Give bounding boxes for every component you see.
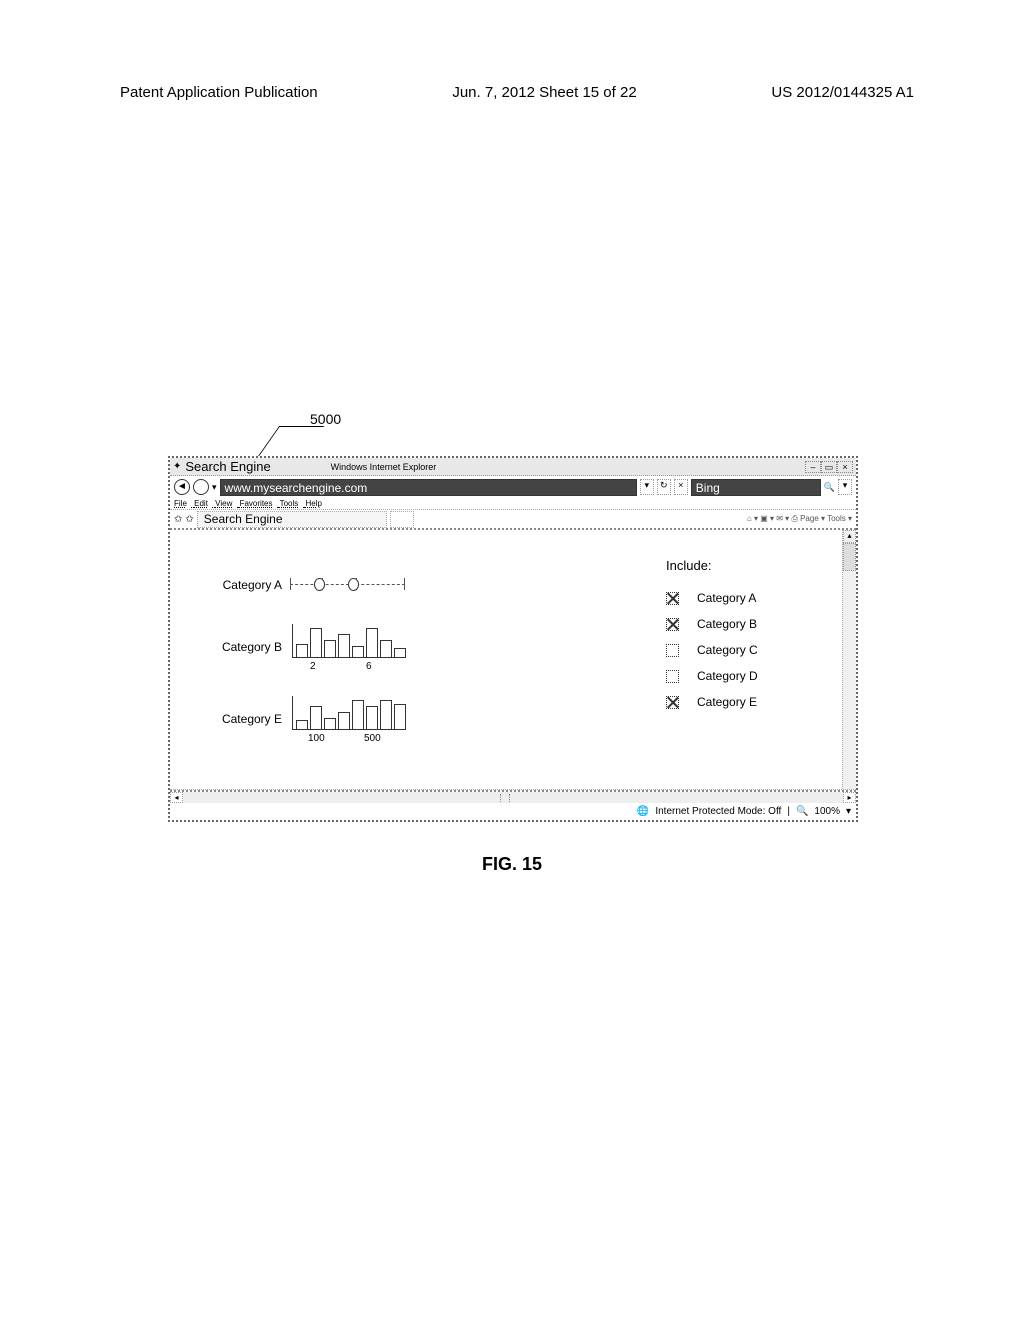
menu-help[interactable]: Help [306, 499, 322, 508]
add-favorites-icon[interactable]: ✩ [185, 514, 193, 525]
filter-row-a: Category A [210, 570, 636, 600]
close-button[interactable]: × [837, 461, 853, 473]
home-icon[interactable]: ⌂ ▾ [747, 514, 758, 523]
left-panel: Category A Category B [170, 530, 656, 789]
include-item-c: Category C [666, 643, 846, 657]
checkbox-c[interactable] [666, 644, 679, 657]
include-heading: Include: [666, 558, 846, 573]
status-bar: 🌐 Internet Protected Mode: Off | 🔍 100% … [170, 803, 856, 820]
menu-view[interactable]: View [215, 499, 232, 508]
figure-label: FIG. 15 [0, 854, 1024, 875]
search-input[interactable]: Bing [691, 479, 821, 496]
tab-label: Search Engine [204, 512, 283, 526]
horizontal-scrollbar[interactable]: ◂ ▸ [170, 790, 856, 803]
zone-icon: 🌐 [637, 806, 649, 817]
content-area: Category A Category B [170, 530, 856, 790]
barchart-category-e[interactable]: 100 500 [290, 694, 408, 744]
include-item-e: Category E [666, 695, 846, 709]
dropdown-button[interactable]: ▾ [640, 479, 654, 495]
url-input[interactable]: www.mysearchengine.com [220, 479, 637, 496]
checkbox-label-c: Category C [697, 643, 758, 657]
include-item-d: Category D [666, 669, 846, 683]
minimize-button[interactable]: – [805, 461, 821, 473]
dropdown-icon[interactable]: ▾ [212, 482, 217, 493]
back-button[interactable]: ◄ [174, 479, 190, 495]
tab-active[interactable]: Search Engine [197, 511, 387, 528]
app-name: Windows Internet Explorer [331, 462, 805, 472]
barchart-category-b[interactable]: 2 6 [290, 622, 408, 672]
search-icon[interactable]: 🔍 [824, 482, 835, 493]
vertical-scrollbar[interactable]: ▴ [842, 530, 856, 789]
checkbox-label-d: Category D [697, 669, 758, 683]
checkbox-a[interactable] [666, 592, 679, 605]
menu-bar: File Edit View Favorites Tools Help [170, 498, 856, 510]
menu-tools[interactable]: Tools [280, 499, 299, 508]
page-icon: ✦ [173, 461, 181, 472]
bar-e-tick-2: 500 [364, 733, 381, 744]
mail-icon[interactable]: ✉ ▾ [776, 514, 789, 523]
stop-button[interactable]: × [674, 479, 688, 495]
new-tab-button[interactable] [390, 511, 414, 528]
toolbar-text[interactable]: Page ▾ Tools ▾ [800, 514, 852, 523]
filter-label-a: Category A [210, 578, 282, 592]
bar-b-tick-1: 2 [310, 661, 316, 672]
menu-file[interactable]: File [174, 499, 187, 508]
status-mode: Internet Protected Mode: Off [655, 806, 781, 817]
scroll-left-icon[interactable]: ◂ [170, 792, 183, 803]
window-title: Search Engine [185, 459, 270, 474]
zoom-icon[interactable]: 🔍 [796, 806, 808, 817]
print-icon[interactable]: ⎙ [791, 514, 797, 523]
header-left: Patent Application Publication [120, 84, 318, 101]
search-dropdown[interactable]: ▾ [838, 479, 852, 495]
bar-e-tick-1: 100 [308, 733, 325, 744]
leader-line [257, 426, 324, 458]
scroll-up-icon[interactable]: ▴ [843, 530, 856, 543]
checkbox-label-a: Category A [697, 591, 756, 605]
toolbar-right: ⌂ ▾ ▣ ▾ ✉ ▾ ⎙ Page ▾ Tools ▾ [417, 514, 852, 524]
scroll-grip[interactable] [500, 794, 510, 802]
feed-icon[interactable]: ▣ ▾ [760, 514, 774, 523]
header-center: Jun. 7, 2012 Sheet 15 of 22 [452, 84, 636, 101]
filter-row-b: Category B 2 6 [210, 622, 636, 672]
refresh-button[interactable]: ↻ [657, 479, 671, 495]
menu-edit[interactable]: Edit [194, 499, 208, 508]
slider-handle-low[interactable] [314, 578, 325, 591]
scroll-right-icon[interactable]: ▸ [843, 792, 856, 803]
checkbox-e[interactable] [666, 696, 679, 709]
checkbox-label-b: Category B [697, 617, 757, 631]
filter-label-b: Category B [210, 640, 282, 654]
forward-button[interactable] [193, 479, 209, 495]
header-right: US 2012/0144325 A1 [771, 84, 914, 101]
filter-row-e: Category E 100 500 [210, 694, 636, 744]
address-bar: ◄ ▾ www.mysearchengine.com ▾ ↻ × Bing 🔍 … [170, 476, 856, 498]
favorites-icon[interactable]: ✩ [174, 514, 182, 525]
zoom-dropdown-icon[interactable]: ▾ [846, 806, 851, 817]
window-controls: – ▭ × [805, 461, 853, 473]
checkbox-d[interactable] [666, 670, 679, 683]
include-item-a: Category A [666, 591, 846, 605]
maximize-button[interactable]: ▭ [821, 461, 837, 473]
slider-handle-high[interactable] [348, 578, 359, 591]
title-bar: ✦ Search Engine Windows Internet Explore… [170, 458, 856, 476]
reference-number: 5000 [310, 411, 341, 427]
checkbox-label-e: Category E [697, 695, 757, 709]
browser-window: ✦ Search Engine Windows Internet Explore… [168, 456, 858, 822]
filter-label-e: Category E [210, 712, 282, 726]
checkbox-b[interactable] [666, 618, 679, 631]
slider-category-a[interactable] [290, 570, 405, 600]
menu-favorites[interactable]: Favorites [240, 499, 273, 508]
status-divider: | [787, 806, 790, 817]
status-zoom[interactable]: 100% [814, 806, 840, 817]
include-item-b: Category B [666, 617, 846, 631]
right-panel: Include: Category A Category B Category … [656, 530, 856, 789]
scroll-thumb[interactable] [843, 543, 856, 571]
tabs-bar: ✩ ✩ Search Engine ⌂ ▾ ▣ ▾ ✉ ▾ ⎙ Page ▾ T… [170, 510, 856, 530]
bar-b-tick-2: 6 [366, 661, 372, 672]
